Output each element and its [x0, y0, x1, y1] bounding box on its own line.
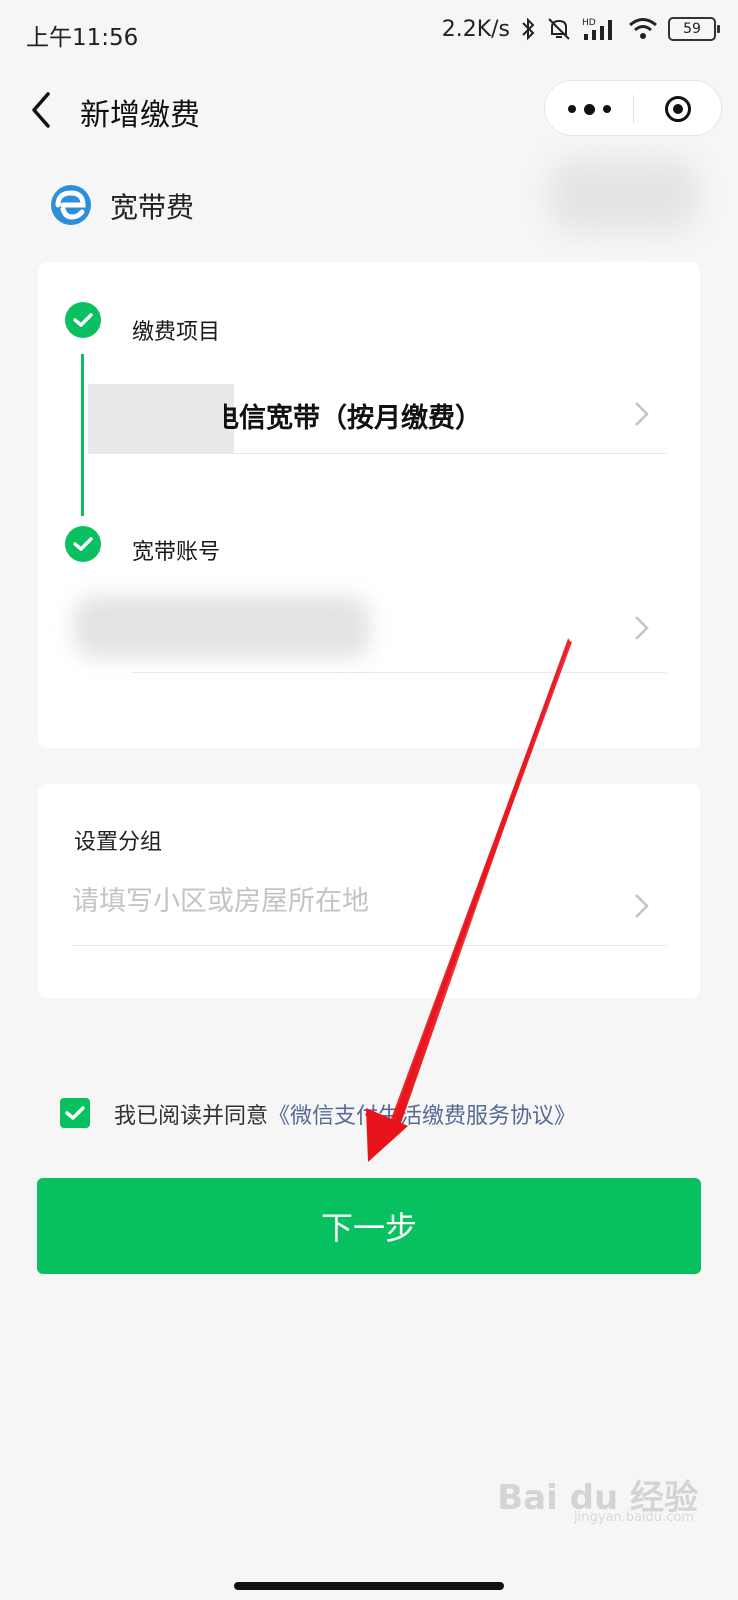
agreement-prefix: 我已阅读并同意 [114, 1104, 269, 1129]
agreement-checkbox[interactable] [60, 1098, 90, 1128]
group-label: 设置分组 [74, 830, 163, 855]
redacted-region [88, 384, 234, 454]
bluetooth-icon [522, 17, 535, 41]
agreement-link[interactable]: 《微信支付生活缴费服务协议》 [268, 1104, 576, 1129]
checkmark-icon [65, 1106, 85, 1120]
redacted-account [74, 596, 370, 658]
account-row[interactable] [74, 590, 666, 670]
step-label-account: 宽带账号 [132, 540, 221, 565]
page-title: 新增缴费 [80, 98, 200, 133]
group-location-input[interactable] [72, 876, 592, 926]
close-miniprogram-button[interactable] [634, 81, 722, 137]
back-button[interactable] [26, 88, 62, 132]
svg-text:HD: HD [582, 18, 596, 28]
blurred-region [548, 158, 698, 232]
home-indicator[interactable] [234, 1582, 504, 1590]
target-icon [665, 96, 691, 122]
chevron-right-icon [635, 616, 649, 640]
mute-icon [548, 18, 570, 40]
divider [132, 672, 666, 673]
next-step-button[interactable]: 下一步 [37, 1178, 701, 1274]
divider [88, 453, 666, 454]
more-button[interactable] [545, 81, 633, 137]
step-connector [81, 354, 84, 516]
battery-icon: 59 [668, 17, 720, 41]
chevron-right-icon [635, 894, 649, 918]
network-speed: 2.2K/s [441, 16, 510, 42]
hd-signal-icon: HD [582, 18, 612, 40]
agreement-text: 我已阅读并同意《微信支付生活缴费服务协议》 [114, 1098, 576, 1130]
check-circle-icon [65, 526, 101, 562]
step-label-item: 缴费项目 [132, 320, 221, 345]
divider [72, 945, 666, 946]
menu-capsule [544, 80, 722, 136]
watermark-site: jingyan.baidu.com [574, 1510, 694, 1525]
status-time: 上午11:56 [26, 25, 139, 51]
dot-icon [567, 105, 576, 113]
dot-icon [583, 103, 595, 115]
status-icons: 2.2K/s HD 59 [441, 16, 720, 42]
chevron-right-icon [635, 402, 649, 426]
check-circle-icon [65, 302, 101, 338]
browser-e-icon [51, 185, 91, 225]
payment-item-value: 电信宽带（按月缴费） [224, 403, 482, 434]
service-title: 宽带费 [110, 191, 195, 224]
dot-icon [602, 105, 611, 113]
payment-item-row[interactable]: 电信宽带（按月缴费） [88, 382, 666, 454]
wifi-icon [629, 18, 657, 39]
